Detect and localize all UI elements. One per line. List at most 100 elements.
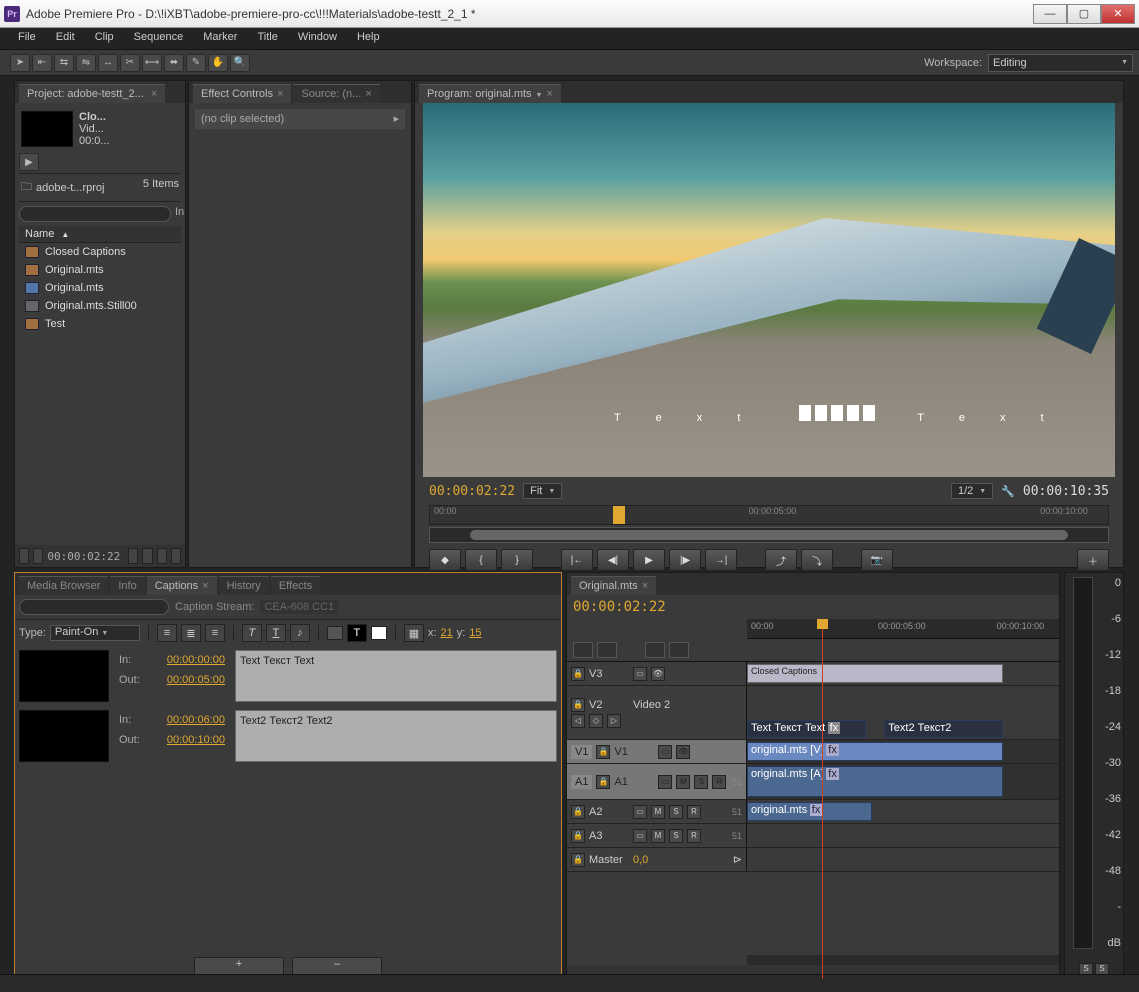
lock-icon[interactable]: 🔒 bbox=[571, 805, 585, 819]
track-lane-v1[interactable]: original.mts [V] fx bbox=[747, 740, 1059, 763]
record-icon[interactable]: R bbox=[712, 775, 726, 789]
workspace-dropdown[interactable]: Editing ▼ bbox=[988, 54, 1133, 72]
bg-color-swatch[interactable] bbox=[327, 626, 343, 640]
project-item[interactable]: Original.mts bbox=[19, 261, 181, 279]
expand-icon[interactable]: ⊳ bbox=[733, 853, 742, 866]
window-maximize-button[interactable]: ▢ bbox=[1067, 4, 1101, 24]
poster-frame-icon[interactable]: ▶ bbox=[19, 153, 39, 171]
project-search-input[interactable] bbox=[19, 206, 171, 222]
timeline-ruler[interactable]: 00:00 00:00:05:00 00:00:10:00 bbox=[747, 619, 1059, 639]
menu-title[interactable]: Title bbox=[247, 28, 287, 49]
next-keyframe-icon[interactable]: ▷ bbox=[607, 714, 621, 728]
sync-lock-icon[interactable]: ▭ bbox=[633, 829, 647, 843]
tab-captions[interactable]: Captions× bbox=[147, 576, 217, 595]
eye-icon[interactable]: 👁 bbox=[676, 745, 690, 759]
sync-lock-icon[interactable]: ▭ bbox=[658, 745, 672, 759]
button-editor-button[interactable]: ＋ bbox=[1077, 549, 1109, 571]
track-lane-a2[interactable]: original.mts fx bbox=[747, 800, 1059, 823]
track-lane-a1[interactable]: original.mts [A] fx bbox=[747, 764, 1059, 799]
out-timecode[interactable]: 00:00:10:00 bbox=[167, 734, 225, 746]
record-icon[interactable]: R bbox=[687, 805, 701, 819]
program-video-view[interactable]: T e x t T e x t bbox=[423, 103, 1115, 477]
master-value[interactable]: 0,0 bbox=[633, 854, 648, 866]
tab-history[interactable]: History bbox=[219, 576, 269, 595]
lock-icon[interactable]: 🔒 bbox=[596, 775, 610, 789]
solo-icon[interactable]: S bbox=[694, 775, 708, 789]
project-item[interactable]: Closed Captions bbox=[19, 243, 181, 261]
track-header-v1[interactable]: V1 🔒 V1 ▭ 👁 bbox=[567, 740, 747, 763]
close-icon[interactable]: × bbox=[202, 580, 208, 592]
source-patch-a1[interactable]: A1 bbox=[571, 775, 592, 789]
track-lane-master[interactable] bbox=[747, 848, 1059, 871]
timeline-timecode[interactable]: 00:00:02:22 bbox=[573, 599, 666, 615]
expand-icon[interactable]: ▶ bbox=[394, 115, 399, 123]
sync-lock-icon[interactable]: ▭ bbox=[633, 667, 647, 681]
icon-view-icon[interactable] bbox=[33, 548, 43, 564]
track-header-v3[interactable]: 🔒 V3 ▭ 👁 bbox=[567, 662, 747, 685]
add-keyframe-icon[interactable]: ◇ bbox=[589, 714, 603, 728]
track-header-a3[interactable]: 🔒 A3 ▭ M S R 51 bbox=[567, 824, 747, 847]
prev-keyframe-icon[interactable]: ◁ bbox=[571, 714, 585, 728]
window-minimize-button[interactable]: — bbox=[1033, 4, 1067, 24]
pen-tool-icon[interactable]: ✎ bbox=[186, 54, 206, 72]
lock-icon[interactable]: 🔒 bbox=[571, 667, 585, 681]
track-lane-v3[interactable]: Closed Captions bbox=[747, 662, 1059, 685]
fg-color-swatch[interactable] bbox=[371, 626, 387, 640]
add-marker-button[interactable]: ◆ bbox=[429, 549, 461, 571]
ripple-tool-icon[interactable]: ⇆ bbox=[54, 54, 74, 72]
solo-icon[interactable]: S bbox=[669, 805, 683, 819]
music-note-icon[interactable]: ♪ bbox=[290, 624, 310, 642]
close-icon[interactable]: × bbox=[546, 88, 552, 100]
source-tab[interactable]: Source: (n...× bbox=[293, 84, 379, 103]
chevron-down-icon[interactable]: ▼ bbox=[536, 92, 543, 99]
menu-clip[interactable]: Clip bbox=[85, 28, 124, 49]
wrench-icon[interactable]: 🔧 bbox=[1001, 485, 1015, 498]
go-to-in-button[interactable]: |← bbox=[561, 549, 593, 571]
hand-tool-icon[interactable]: ✋ bbox=[208, 54, 228, 72]
y-value[interactable]: 15 bbox=[469, 627, 481, 639]
new-item-icon[interactable] bbox=[157, 548, 167, 564]
zoom-tool-icon[interactable]: 🔍 bbox=[230, 54, 250, 72]
type-dropdown[interactable]: Paint-On ▼ bbox=[50, 625, 140, 641]
clip-caption-text1[interactable]: Text Текст Text fx bbox=[747, 720, 866, 738]
close-icon[interactable]: × bbox=[365, 88, 371, 100]
program-time-ruler[interactable]: 00:00 00:00:05:00 00:00:10:00 bbox=[429, 505, 1109, 525]
lock-icon[interactable]: 🔒 bbox=[571, 698, 585, 712]
program-scrubber[interactable] bbox=[429, 527, 1109, 543]
settings-icon[interactable] bbox=[669, 642, 689, 658]
menu-file[interactable]: File bbox=[8, 28, 46, 49]
zoom-fit-dropdown[interactable]: Fit▼ bbox=[523, 483, 562, 499]
menu-window[interactable]: Window bbox=[288, 28, 347, 49]
step-back-button[interactable]: ◀| bbox=[597, 549, 629, 571]
trash-icon[interactable] bbox=[171, 548, 181, 564]
track-header-master[interactable]: 🔒 Master 0,0 ⊳ bbox=[567, 848, 747, 871]
close-icon[interactable]: × bbox=[151, 88, 157, 100]
lock-icon[interactable]: 🔒 bbox=[596, 745, 610, 759]
clip-audio-a1[interactable]: original.mts [A] fx bbox=[747, 766, 1003, 797]
project-tab[interactable]: Project: adobe-testt_2... × bbox=[19, 84, 165, 103]
mark-in-button[interactable]: { bbox=[465, 549, 497, 571]
find-icon[interactable] bbox=[128, 548, 138, 564]
close-icon[interactable]: × bbox=[277, 88, 283, 100]
underline-icon[interactable]: T bbox=[266, 624, 286, 642]
track-lane-a3[interactable] bbox=[747, 824, 1059, 847]
step-forward-button[interactable]: |▶ bbox=[669, 549, 701, 571]
menu-edit[interactable]: Edit bbox=[46, 28, 85, 49]
play-button[interactable]: ▶ bbox=[633, 549, 665, 571]
razor-tool-icon[interactable]: ✂ bbox=[120, 54, 140, 72]
timeline-tab[interactable]: Original.mts× bbox=[571, 576, 656, 595]
tab-effects[interactable]: Effects bbox=[271, 576, 320, 595]
clip-caption-text2[interactable]: Text2 Текст2 bbox=[884, 720, 1003, 738]
tab-media-browser[interactable]: Media Browser bbox=[19, 576, 108, 595]
caption-text-input[interactable]: Text2 Текст2 Text2 bbox=[235, 710, 557, 762]
italic-icon[interactable]: T bbox=[242, 624, 262, 642]
selection-tool-icon[interactable]: ➤ bbox=[10, 54, 30, 72]
clip-video-v1[interactable]: original.mts [V] fx bbox=[747, 742, 1003, 761]
rolling-tool-icon[interactable]: ⇋ bbox=[76, 54, 96, 72]
add-caption-button[interactable]: + bbox=[194, 957, 284, 975]
out-timecode[interactable]: 00:00:05:00 bbox=[167, 674, 225, 686]
caption-text-input[interactable]: Text Текст Text bbox=[235, 650, 557, 702]
mute-icon[interactable]: M bbox=[651, 805, 665, 819]
track-lane-v2[interactable]: Text Текст Text fx Text2 Текст2 bbox=[747, 686, 1059, 739]
effect-controls-tab[interactable]: Effect Controls× bbox=[193, 84, 291, 103]
